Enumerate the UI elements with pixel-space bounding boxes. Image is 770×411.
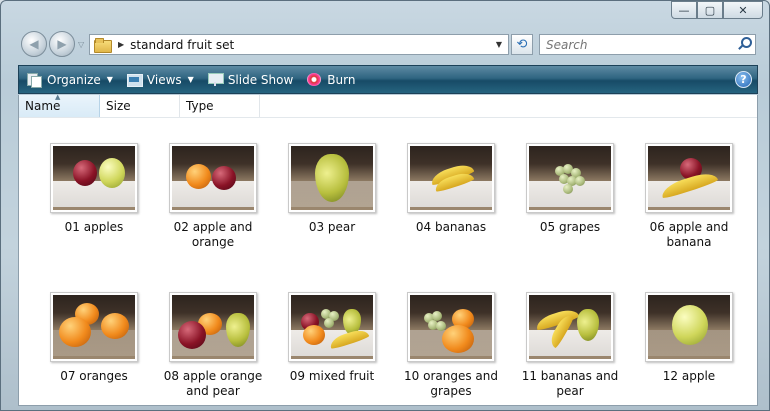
photo-bananas-pear	[529, 295, 611, 359]
column-header-type-label: Type	[186, 99, 214, 113]
photo-bananas	[410, 146, 492, 210]
minimize-icon: —	[678, 3, 690, 17]
organize-icon	[27, 73, 42, 88]
back-arrow-icon: ◀	[29, 37, 39, 51]
column-header-name-label: Name	[25, 99, 61, 113]
help-icon[interactable]: ?	[735, 71, 752, 88]
file-item[interactable]: 05 grapes	[511, 143, 629, 235]
file-name[interactable]: 01 apples	[35, 220, 153, 235]
views-icon	[126, 73, 143, 87]
file-list-pane: ▲ Name Size Type 01 apples 02 apple and …	[18, 93, 758, 406]
file-item[interactable]: 11 bananas and pear	[511, 292, 629, 399]
thumbnail[interactable]	[169, 292, 257, 362]
thumbnail[interactable]	[50, 292, 138, 362]
explorer-window: — ▢ ✕ ◀ ▶ ▽ ▶ standard fruit set ▼ ⟲ Org…	[0, 0, 770, 411]
photo-oranges-grapes	[410, 295, 492, 359]
refresh-button[interactable]: ⟲	[511, 34, 533, 55]
file-item[interactable]: 07 oranges	[35, 292, 153, 384]
thumbnail[interactable]	[407, 292, 495, 362]
file-name[interactable]: 08 apple orange and pear	[154, 369, 272, 399]
slideshow-label: Slide Show	[227, 72, 294, 87]
photo-apples	[53, 146, 135, 210]
file-item[interactable]: 04 bananas	[392, 143, 510, 235]
thumbnail[interactable]	[526, 292, 614, 362]
file-item[interactable]: 10 oranges and grapes	[392, 292, 510, 399]
photo-oranges	[53, 295, 135, 359]
forward-button[interactable]: ▶	[49, 31, 75, 57]
file-name[interactable]: 02 apple and orange	[154, 220, 272, 250]
column-header-size[interactable]: Size	[100, 95, 180, 117]
file-name[interactable]: 07 oranges	[35, 369, 153, 384]
address-row: ◀ ▶ ▽ ▶ standard fruit set ▼ ⟲	[19, 31, 756, 59]
column-header-name[interactable]: ▲ Name	[19, 93, 100, 117]
file-name[interactable]: 12 apple	[630, 369, 748, 384]
window-controls: — ▢ ✕	[671, 1, 763, 19]
slideshow-button[interactable]: Slide Show	[207, 66, 294, 93]
views-button[interactable]: Views ▼	[126, 66, 194, 93]
chevron-down-icon: ▼	[106, 75, 113, 84]
file-name[interactable]: 03 pear	[273, 220, 391, 235]
back-button[interactable]: ◀	[21, 31, 47, 57]
organize-label: Organize	[47, 72, 101, 87]
column-headers: ▲ Name Size Type	[19, 93, 757, 118]
sort-ascending-icon: ▲	[55, 93, 61, 101]
file-item[interactable]: 02 apple and orange	[154, 143, 272, 250]
file-item[interactable]: 08 apple orange and pear	[154, 292, 272, 399]
breadcrumb-separator-icon[interactable]: ▶	[118, 40, 124, 49]
projector-icon	[207, 73, 224, 86]
organize-button[interactable]: Organize ▼	[27, 66, 113, 93]
refresh-icon: ⟲	[516, 37, 528, 52]
views-label: Views	[146, 72, 182, 87]
address-dropdown-icon[interactable]: ▼	[496, 40, 502, 49]
command-toolbar: Organize ▼ Views ▼ Slide Show Burn ?	[18, 65, 758, 94]
column-header-type[interactable]: Type	[180, 95, 260, 117]
photo-pear	[291, 146, 373, 210]
file-name[interactable]: 06 apple and banana	[630, 220, 748, 250]
file-item[interactable]: 06 apple and banana	[630, 143, 748, 250]
minimize-button[interactable]: —	[671, 1, 697, 19]
close-icon: ✕	[738, 3, 748, 17]
thumbnail[interactable]	[645, 292, 733, 362]
file-item[interactable]: 09 mixed fruit	[273, 292, 391, 384]
file-name[interactable]: 09 mixed fruit	[273, 369, 391, 384]
photo-grapes	[529, 146, 611, 210]
maximize-icon: ▢	[704, 3, 716, 17]
close-button[interactable]: ✕	[723, 1, 763, 19]
photo-apple	[648, 295, 730, 359]
photo-apple-orange	[172, 146, 254, 210]
file-name[interactable]: 04 bananas	[392, 220, 510, 235]
maximize-button[interactable]: ▢	[697, 1, 723, 19]
thumbnail[interactable]	[526, 143, 614, 213]
search-icon[interactable]	[737, 37, 752, 51]
disc-icon	[307, 73, 322, 86]
file-item[interactable]: 01 apples	[35, 143, 153, 235]
file-item[interactable]: 03 pear	[273, 143, 391, 235]
column-header-size-label: Size	[106, 99, 131, 113]
breadcrumb-current-folder[interactable]: standard fruit set	[130, 38, 234, 52]
thumbnail[interactable]	[407, 143, 495, 213]
burn-label: Burn	[327, 72, 356, 87]
chevron-down-icon: ▼	[187, 75, 194, 84]
recent-pages-dropdown[interactable]: ▽	[78, 40, 84, 49]
photo-mixed-fruit	[291, 295, 373, 359]
search-input[interactable]	[540, 35, 720, 54]
file-name[interactable]: 11 bananas and pear	[511, 369, 629, 399]
file-name[interactable]: 10 oranges and grapes	[392, 369, 510, 399]
photo-apple-banana	[648, 146, 730, 210]
search-box	[539, 34, 756, 55]
forward-arrow-icon: ▶	[57, 37, 67, 51]
file-item[interactable]: 12 apple	[630, 292, 748, 384]
thumbnail[interactable]	[645, 143, 733, 213]
burn-button[interactable]: Burn	[307, 66, 355, 93]
thumbnail[interactable]	[288, 143, 376, 213]
file-name[interactable]: 05 grapes	[511, 220, 629, 235]
thumbnail[interactable]	[288, 292, 376, 362]
photo-apple-orange-pear	[172, 295, 254, 359]
folder-icon	[94, 38, 112, 53]
thumbnail[interactable]	[50, 143, 138, 213]
address-bar[interactable]: ▶ standard fruit set ▼	[89, 34, 509, 55]
thumbnail[interactable]	[169, 143, 257, 213]
